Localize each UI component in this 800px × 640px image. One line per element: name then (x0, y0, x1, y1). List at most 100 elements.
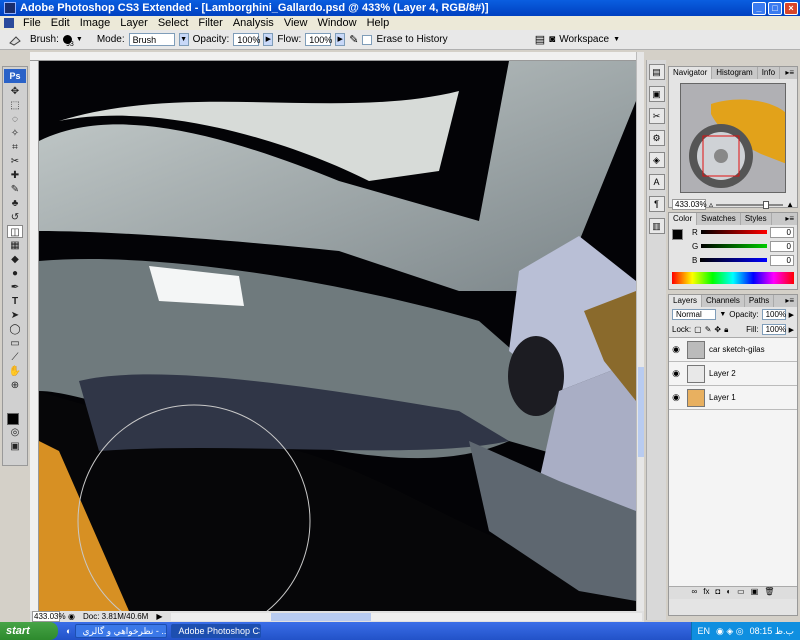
fill-slider-icon[interactable]: ▶ (789, 326, 794, 334)
flow-field[interactable]: 100% (305, 33, 332, 46)
dock-tools-icon[interactable]: ✂ (648, 108, 665, 124)
pen-tool-icon[interactable]: ✒ (7, 281, 23, 294)
visibility-eye-icon[interactable]: ◉ (669, 368, 683, 379)
quicklaunch-icon[interactable]: ◐ (66, 626, 71, 636)
status-icon[interactable]: ◉ (68, 612, 75, 621)
image-canvas[interactable] (39, 61, 636, 611)
tray-icons[interactable]: ◉ ◈ ◎ (716, 626, 744, 637)
ps-logo-icon[interactable]: Ps (4, 69, 26, 83)
status-menu-icon[interactable]: ▶ (156, 612, 162, 621)
color-panel-menu-icon[interactable]: ▸≡ (785, 213, 797, 225)
vertical-scroll-thumb[interactable] (638, 367, 644, 457)
brush-dropdown-icon[interactable]: ▼ (76, 36, 83, 43)
clone-stamp-tool-icon[interactable]: ♣ (7, 197, 23, 210)
delete-layer-icon[interactable]: 🗑︎ (764, 587, 774, 599)
tab-info[interactable]: Info (758, 67, 781, 79)
status-zoom-field[interactable]: 433.03% (32, 611, 66, 622)
move-tool-icon[interactable]: ✥ (7, 85, 23, 98)
foreground-color-swatch[interactable] (7, 413, 19, 425)
layer-row[interactable]: ◉ Layer 2 (669, 362, 797, 386)
layer-opacity-slider-icon[interactable]: ▶ (789, 311, 794, 319)
new-group-icon[interactable]: ▭ (737, 587, 745, 599)
horizontal-scrollbar[interactable] (170, 612, 642, 621)
dock-clone-icon[interactable]: ⚙ (648, 130, 665, 146)
link-layers-icon[interactable]: ∞ (692, 587, 698, 599)
dock-tool-presets-icon[interactable]: ▣ (648, 86, 665, 102)
workspace-camera-icon[interactable]: ◙ (549, 34, 555, 45)
menu-select[interactable]: Select (153, 17, 194, 29)
slice-tool-icon[interactable]: ✂ (7, 155, 23, 168)
lock-all-icon[interactable]: 🔒︎ (724, 325, 728, 335)
visibility-eye-icon[interactable]: ◉ (669, 344, 683, 355)
magic-wand-tool-icon[interactable]: ✧ (7, 127, 23, 140)
hand-tool-icon[interactable]: ✋ (7, 365, 23, 378)
dock-character-icon[interactable]: A (648, 174, 665, 190)
workspace-dropdown-icon[interactable]: ▼ (613, 36, 620, 43)
navigator-thumbnail[interactable] (680, 83, 786, 193)
menu-view[interactable]: View (279, 17, 313, 29)
mode-select[interactable]: Brush (128, 33, 175, 46)
adjustment-layer-icon[interactable]: ◐ (726, 587, 731, 599)
lasso-tool-icon[interactable]: ◌ (7, 113, 23, 126)
green-slider[interactable] (701, 244, 767, 248)
minimize-button[interactable]: _ (752, 1, 766, 15)
tab-navigator[interactable]: Navigator (669, 67, 713, 79)
blue-value-field[interactable]: 0 (770, 254, 794, 266)
horizontal-scroll-thumb[interactable] (270, 612, 371, 621)
eraser-tool-icon[interactable]: ◫ (7, 225, 23, 238)
opacity-field[interactable]: 100% (233, 33, 260, 46)
blue-slider[interactable] (700, 258, 767, 262)
quick-mask-icon[interactable]: ◎ (7, 426, 23, 439)
airbrush-icon[interactable]: ✎ (349, 33, 358, 46)
palette-well-icon[interactable]: ▤ (535, 33, 545, 46)
menu-help[interactable]: Help (362, 17, 395, 29)
fill-field[interactable]: 100% (761, 324, 786, 335)
dock-history-icon[interactable]: ◈ (648, 152, 665, 168)
opacity-slider-icon[interactable]: ▶ (263, 33, 274, 46)
tab-channels[interactable]: Channels (702, 295, 745, 307)
gradient-tool-icon[interactable]: ▦ (7, 239, 23, 252)
menu-layer[interactable]: Layer (115, 17, 153, 29)
tab-layers[interactable]: Layers (669, 295, 703, 307)
brush-tool-icon[interactable]: ✎ (7, 183, 23, 196)
type-tool-icon[interactable]: T (7, 295, 23, 308)
navigator-zoom-field[interactable]: 433.03% (672, 199, 707, 210)
mode-dropdown-icon[interactable]: ▼ (178, 33, 189, 46)
zoom-in-icon[interactable]: ▲ (786, 200, 794, 209)
menu-window[interactable]: Window (312, 17, 361, 29)
close-button[interactable]: × (784, 1, 798, 15)
layer-row[interactable]: ◉ Layer 1 (669, 386, 797, 410)
tab-color[interactable]: Color (669, 213, 698, 225)
screen-mode-icon[interactable]: ▣ (7, 440, 23, 453)
workspace-button[interactable]: Workspace (559, 34, 609, 45)
menu-filter[interactable]: Filter (193, 17, 227, 29)
blur-tool-icon[interactable]: ◆ (7, 253, 23, 266)
tab-swatches[interactable]: Swatches (697, 213, 741, 225)
lock-pixels-icon[interactable]: ✎ (705, 325, 712, 334)
tab-paths[interactable]: Paths (745, 295, 775, 307)
layer-mask-icon[interactable]: ◘ (715, 587, 720, 599)
tab-histogram[interactable]: Histogram (712, 67, 758, 79)
menu-analysis[interactable]: Analysis (228, 17, 279, 29)
path-selection-tool-icon[interactable]: ➤ (7, 309, 23, 322)
taskbar-browser[interactable]: نظرخواهي و گالري - ... (75, 624, 168, 638)
notes-tool-icon[interactable]: ▭ (7, 337, 23, 350)
blend-mode-select[interactable]: Normal (672, 309, 717, 320)
menu-file[interactable]: File (18, 17, 46, 29)
blend-mode-dropdown-icon[interactable]: ▼ (719, 311, 726, 318)
taskbar-photoshop[interactable]: Adobe Photoshop CS... (171, 624, 262, 638)
flow-slider-icon[interactable]: ▶ (335, 33, 346, 46)
new-layer-icon[interactable]: ▣ (751, 587, 759, 599)
eraser-tool-preset-icon[interactable] (4, 32, 26, 48)
eyedropper-tool-icon[interactable]: ⟋ (7, 351, 23, 364)
panel-menu-icon[interactable]: ▸≡ (785, 67, 797, 79)
layers-panel-menu-icon[interactable]: ▸≡ (785, 295, 797, 307)
healing-brush-tool-icon[interactable]: ✚ (7, 169, 23, 182)
document-menu-icon[interactable] (4, 18, 14, 28)
color-foreground-swatch[interactable] (672, 229, 683, 240)
maximize-button[interactable]: □ (768, 1, 782, 15)
lock-transparency-icon[interactable]: ▢ (694, 325, 702, 334)
zoom-tool-icon[interactable]: ⊕ (7, 379, 23, 392)
red-value-field[interactable]: 0 (770, 226, 794, 238)
erase-to-history-checkbox[interactable] (362, 34, 373, 45)
